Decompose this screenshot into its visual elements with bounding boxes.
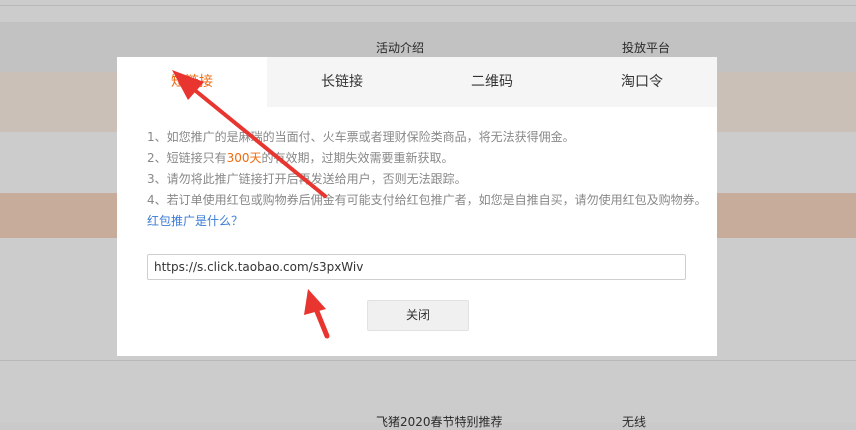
notes-list: 1、如您推广的是麻瑞的当面付、火车票或者理财保险类商品，将无法获得佣金。 2、短… <box>147 127 707 232</box>
tab-qr-code[interactable]: 二维码 <box>417 57 567 107</box>
short-link-input[interactable] <box>147 254 686 280</box>
tab-long-link[interactable]: 长链接 <box>267 57 417 107</box>
validity-highlight: 300天 <box>226 151 262 165</box>
close-button[interactable]: 关闭 <box>367 300 469 331</box>
link-modal: 短链接 长链接 二维码 淘口令 1、如您推广的是麻瑞的当面付、火车票或者理财保险… <box>117 57 717 356</box>
link-type-tabs: 短链接 长链接 二维码 淘口令 <box>117 57 717 107</box>
tab-short-link[interactable]: 短链接 <box>117 57 267 107</box>
note-1: 1、如您推广的是麻瑞的当面付、火车票或者理财保险类商品，将无法获得佣金。 <box>147 130 575 144</box>
note-3: 3、请勿将此推广链接打开后再发送给用户，否则无法跟踪。 <box>147 172 467 186</box>
note-2: 2、短链接只有300天的有效期，过期失效需要重新获取。 <box>147 151 454 165</box>
tab-taokouling[interactable]: 淘口令 <box>567 57 717 107</box>
red-packet-help-link[interactable]: 红包推广是什么？ <box>147 214 243 228</box>
note-4: 4、若订单使用红包或购物券后佣金有可能支付给红包推广者，如您是自推自买，请勿使用… <box>147 193 707 228</box>
